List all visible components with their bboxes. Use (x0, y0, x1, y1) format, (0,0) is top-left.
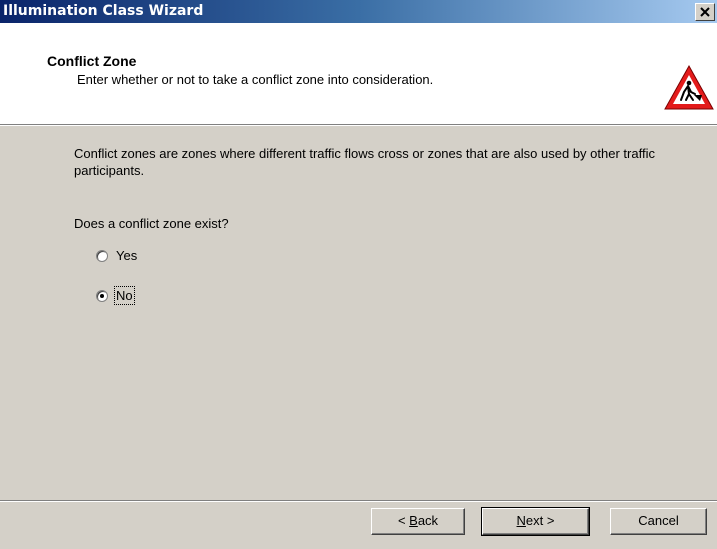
window-title: Illumination Class Wizard (3, 3, 204, 19)
road-works-warning-icon (664, 64, 714, 110)
footer-divider (0, 500, 717, 502)
back-prefix: < (397, 513, 410, 528)
question-label: Does a conflict zone exist? (74, 216, 229, 231)
back-rest: ack (417, 513, 439, 528)
title-bar[interactable]: Illumination Class Wizard (0, 0, 717, 23)
next-mnemonic: N (516, 513, 526, 528)
close-icon (700, 7, 710, 17)
next-button[interactable]: Next > (481, 507, 590, 536)
description-text: Conflict zones are zones where different… (74, 146, 655, 178)
close-button[interactable] (695, 3, 715, 21)
radio-yes-circle[interactable] (96, 250, 108, 262)
radio-selected-dot (100, 294, 104, 298)
wizard-header: Conflict Zone Enter whether or not to ta… (0, 23, 717, 124)
back-button[interactable]: < Back (371, 508, 465, 535)
radio-yes-label[interactable]: Yes (116, 248, 137, 263)
back-mnemonic: B (409, 513, 418, 528)
next-rest: ext > (525, 513, 555, 528)
page-title: Conflict Zone (47, 53, 137, 69)
radio-no-circle[interactable] (96, 290, 108, 302)
radio-no-label[interactable]: No (114, 286, 135, 305)
wizard-window: Illumination Class Wizard Conflict Zone … (0, 0, 717, 549)
page-subtitle: Enter whether or not to take a conflict … (77, 72, 434, 87)
header-divider (0, 124, 717, 126)
radio-no-text: No (114, 286, 135, 305)
cancel-button[interactable]: Cancel (610, 508, 707, 535)
